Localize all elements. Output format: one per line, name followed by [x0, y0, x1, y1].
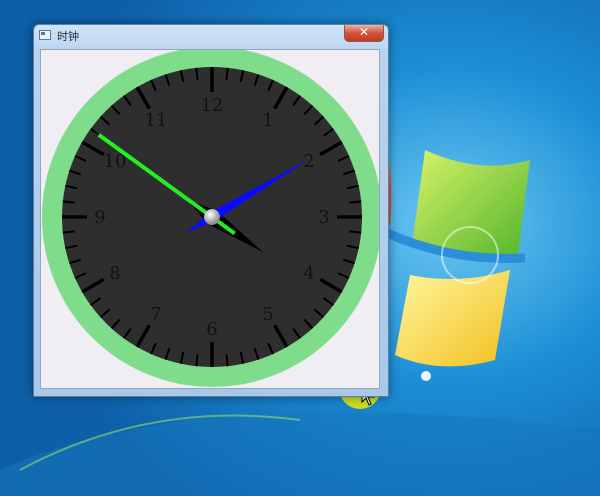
app-icon [39, 30, 51, 40]
minute-tick [225, 354, 229, 367]
window-title: 时钟 [57, 30, 79, 43]
minute-tick [195, 67, 199, 80]
minute-tick [349, 230, 362, 234]
close-button[interactable]: ✕ [344, 25, 384, 42]
numeral-8: 8 [109, 263, 120, 284]
numeral-1: 1 [262, 110, 273, 131]
minute-tick [195, 354, 199, 367]
numeral-4: 4 [303, 263, 314, 284]
minute-tick [62, 230, 75, 234]
numeral-3: 3 [318, 207, 329, 228]
clock-window[interactable]: 时钟 ✕ 12 1 2 3 4 5 6 7 8 9 10 11 [33, 24, 389, 397]
clock-canvas-area: 12 1 2 3 4 5 6 7 8 9 10 11 [40, 49, 380, 389]
minute-tick [349, 200, 362, 204]
numeral-5: 5 [262, 304, 273, 325]
numeral-7: 7 [150, 304, 161, 325]
center-cap [204, 209, 220, 225]
numeral-9: 9 [94, 207, 105, 228]
minute-tick [62, 200, 75, 204]
numeral-6: 6 [206, 319, 217, 340]
minute-tick [225, 67, 229, 80]
numeral-11: 11 [145, 110, 168, 131]
windows-logo-yellow [395, 270, 510, 367]
title-bar[interactable]: 时钟 ✕ [34, 25, 388, 45]
numeral-12: 12 [201, 95, 224, 116]
analog-clock: 121234567891011 [42, 50, 379, 387]
